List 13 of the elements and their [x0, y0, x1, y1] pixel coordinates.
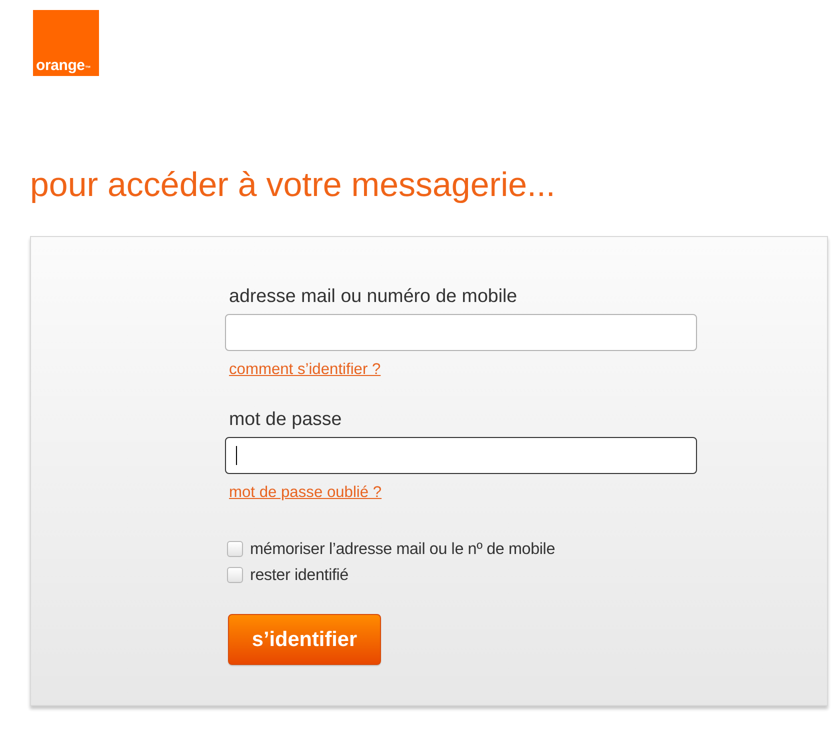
- help-link[interactable]: mot de passe oublié ?: [229, 484, 382, 502]
- checkbox-label: mémoriser l’adresse mail ou le nº de mobile: [250, 540, 556, 558]
- field-label: adresse mail ou numéro de mobile: [228, 285, 518, 307]
- input-field[interactable]: [225, 437, 697, 474]
- text-cursor-icon: [236, 446, 237, 465]
- page-heading: pour accéder à votre messagerie...: [30, 165, 556, 205]
- sign-in-button[interactable]: s’identifier: [228, 614, 381, 665]
- checkbox[interactable]: [227, 567, 243, 583]
- field-label: mot de passe: [228, 408, 342, 430]
- checkbox-label: rester identifié: [250, 566, 348, 584]
- help-link[interactable]: comment s’identifier ?: [229, 361, 381, 379]
- input-field[interactable]: [225, 314, 697, 351]
- checkbox[interactable]: [227, 541, 243, 557]
